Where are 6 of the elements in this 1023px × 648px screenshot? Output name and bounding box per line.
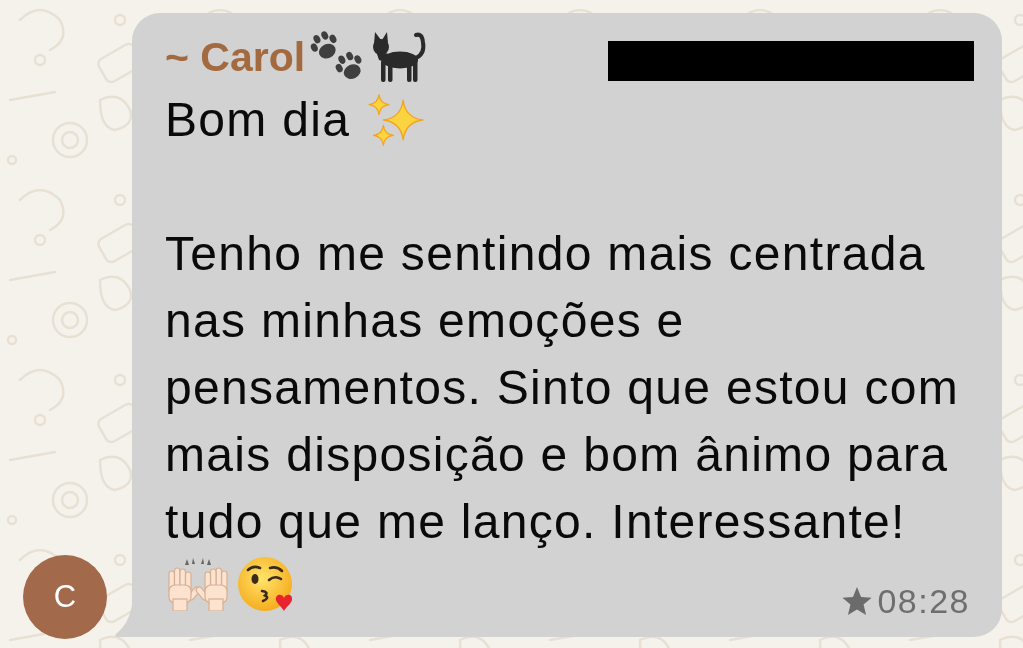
greeting-text: Bom dia — [165, 92, 351, 148]
message-text: Tenho me sentindo mais centrada nas minhas emoções e pensamentos. Sinto que estou com mais disposição e bom ânimo para tudo que me lanço. Interessante! — [165, 226, 961, 550]
message-time: 08:28 — [877, 582, 970, 620]
raised-hands-icon — [165, 556, 231, 611]
sender-name[interactable]: ~ Carol — [165, 28, 306, 86]
sparkles-icon — [368, 92, 425, 147]
